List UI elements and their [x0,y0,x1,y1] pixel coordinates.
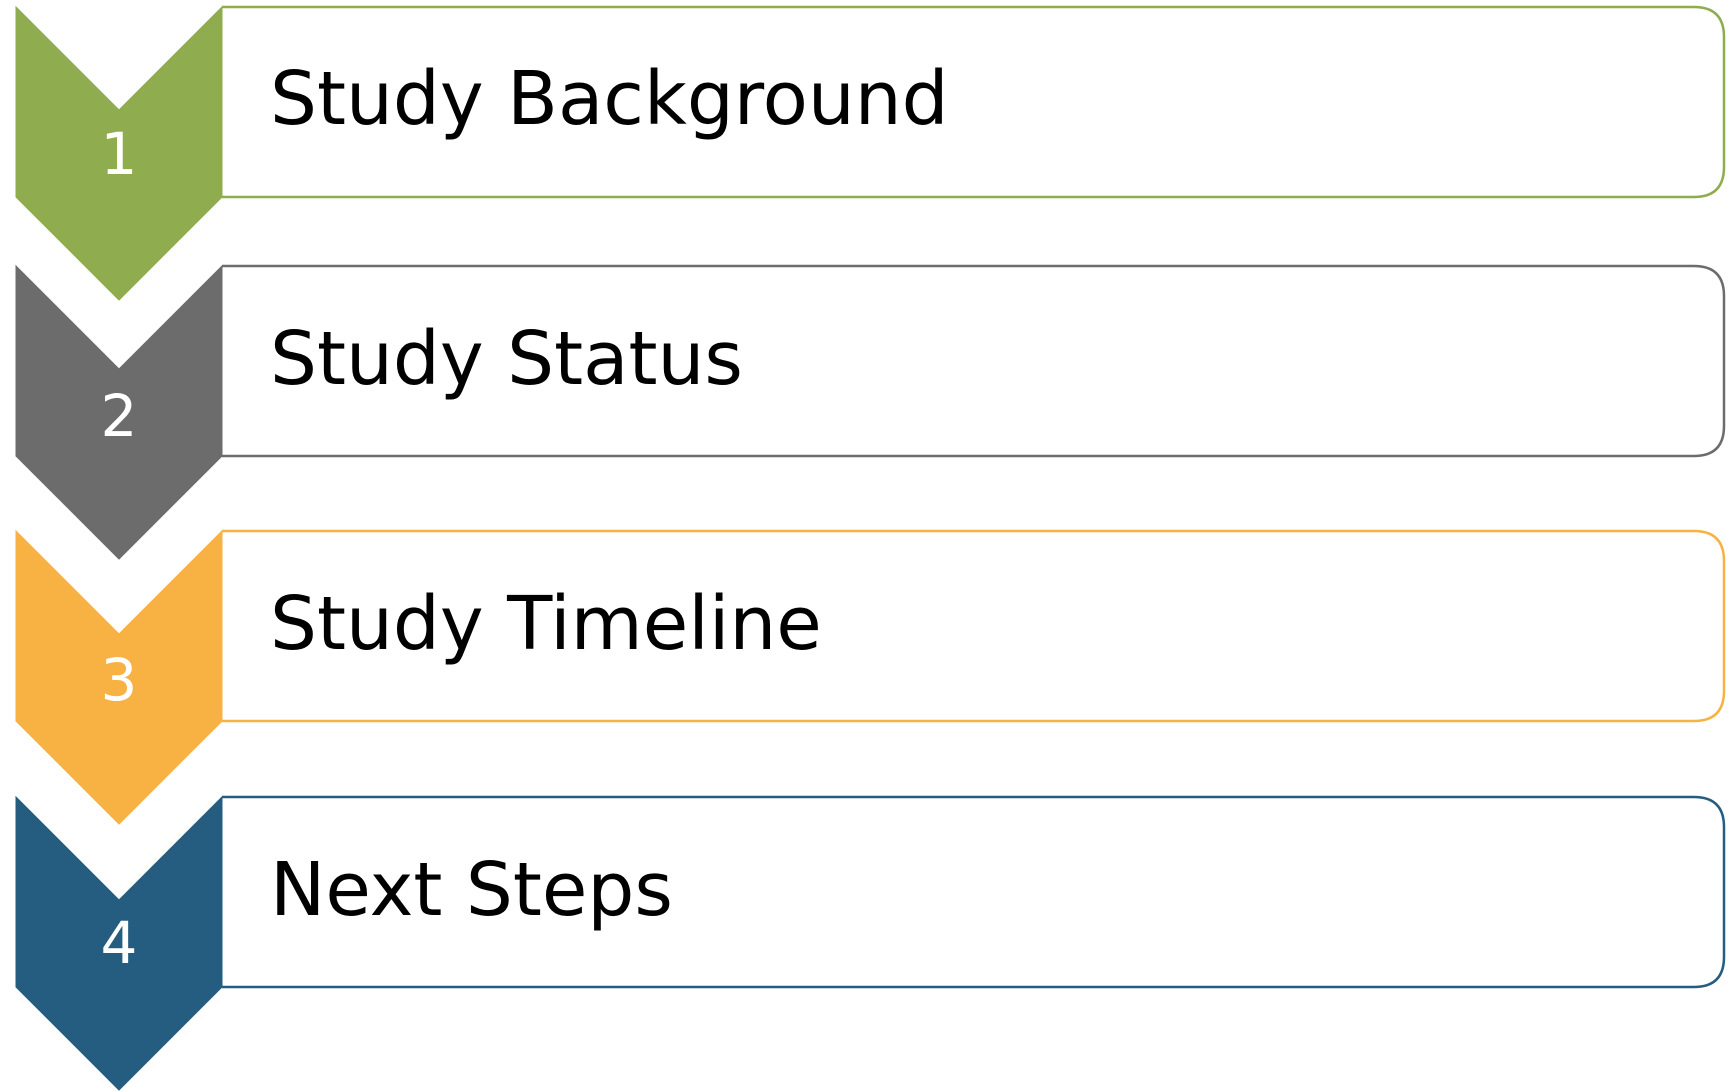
step-3-label: Study Timeline [270,581,822,667]
step-2: 2 Study Status [15,264,1726,560]
step-1: 1 Study Background [15,5,1726,301]
step-3-number: 3 [101,646,138,714]
process-steps-diagram: 1 Study Background 2 Study Status 3 Stud… [15,5,1726,1091]
step-2-label: Study Status [270,316,743,402]
step-3: 3 Study Timeline [15,529,1726,825]
step-4-number: 4 [101,909,138,977]
step-1-number: 1 [101,120,138,188]
step-4-label: Next Steps [270,847,673,933]
step-4: 4 Next Steps [15,795,1726,1091]
step-2-number: 2 [101,382,138,450]
step-1-label: Study Background [270,56,949,142]
